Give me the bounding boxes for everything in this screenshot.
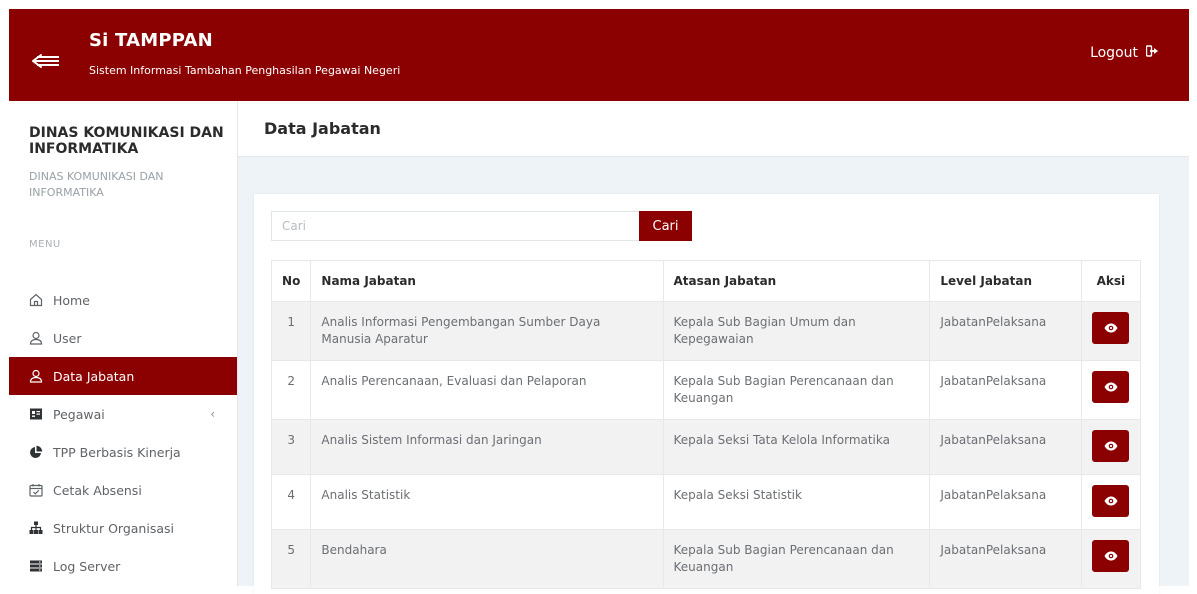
- cell-nama-jabatan: Analis Perencanaan, Evaluasi dan Pelapor…: [310, 360, 664, 420]
- back-arrow-icon[interactable]: [31, 51, 61, 71]
- cell-level-jabatan: JabatanPelaksana: [929, 529, 1082, 589]
- cell-atasan-jabatan: Kepala Sub Bagian Perencanaan dan Keuang…: [662, 529, 931, 589]
- eye-icon: [1104, 382, 1118, 392]
- cell-level-jabatan: JabatanPelaksana: [929, 419, 1082, 475]
- table-row: 1 Analis Informasi Pengembangan Sumber D…: [270, 301, 1142, 361]
- column-header-level-jabatan: Level Jabatan: [929, 260, 1082, 302]
- view-button[interactable]: [1092, 371, 1130, 403]
- column-header-atasan-jabatan: Atasan Jabatan: [662, 260, 931, 302]
- table-header-row: No Nama Jabatan Atasan Jabatan Level Jab…: [270, 260, 1142, 302]
- app-subtitle: Sistem Informasi Tambahan Penghasilan Pe…: [89, 64, 401, 77]
- column-header-aksi: Aksi: [1080, 260, 1142, 302]
- table-row: 3 Analis Sistem Informasi dan Jaringan K…: [270, 419, 1142, 475]
- cell-aksi: [1080, 529, 1142, 589]
- table-row: 4 Analis Statistik Kepala Seksi Statisti…: [270, 474, 1142, 530]
- home-icon: [29, 293, 43, 307]
- cell-no: 3: [270, 419, 312, 475]
- menu-label: MENU: [29, 239, 61, 250]
- sign-out-icon: [1145, 45, 1159, 61]
- cell-no: 5: [270, 529, 312, 589]
- sidebar-item-label: Home: [53, 292, 90, 308]
- sidebar-item-label: TPP Berbasis Kinerja: [53, 444, 181, 460]
- cell-level-jabatan: JabatanPelaksana: [929, 474, 1082, 530]
- cell-nama-jabatan: Bendahara: [310, 529, 664, 589]
- sidebar-item-cetak-absensi[interactable]: Cetak Absensi: [9, 471, 237, 509]
- org-subtitle: DINAS KOMUNIKASI DAN INFORMATIKA: [29, 170, 164, 199]
- cell-nama-jabatan: Analis Sistem Informasi dan Jaringan: [310, 419, 664, 475]
- sidebar-item-home[interactable]: Home: [9, 281, 237, 319]
- cell-no: 1: [270, 301, 312, 361]
- eye-icon: [1104, 441, 1118, 451]
- column-header-nama-jabatan: Nama Jabatan: [310, 260, 664, 302]
- cell-nama-jabatan: Analis Informasi Pengembangan Sumber Day…: [310, 301, 664, 361]
- pie-chart-icon: [29, 445, 43, 459]
- eye-icon: [1104, 496, 1118, 506]
- cell-level-jabatan: JabatanPelaksana: [929, 301, 1082, 361]
- cell-no: 4: [270, 474, 312, 530]
- cell-aksi: [1080, 419, 1142, 475]
- sidebar-item-label: User: [53, 330, 82, 346]
- id-card-icon: [29, 407, 43, 421]
- sidebar-item-data-jabatan[interactable]: Data Jabatan: [9, 357, 237, 395]
- sidebar-item-tpp[interactable]: TPP Berbasis Kinerja: [9, 433, 237, 471]
- org-name: DINAS KOMUNIKASI DAN INFORMATIKA: [29, 125, 224, 157]
- top-bar: Si TAMPPAN Sistem Informasi Tambahan Pen…: [9, 9, 1189, 101]
- sidebar-item-struktur-organisasi[interactable]: Struktur Organisasi: [9, 509, 237, 547]
- sidebar-item-log-server[interactable]: Log Server: [9, 547, 237, 585]
- cell-atasan-jabatan: Kepala Sub Bagian Perencanaan dan Keuang…: [662, 360, 931, 420]
- view-button[interactable]: [1092, 485, 1130, 517]
- cell-aksi: [1080, 301, 1142, 361]
- server-icon: [29, 559, 43, 573]
- cell-atasan-jabatan: Kepala Seksi Tata Kelola Informatika: [662, 419, 931, 475]
- cell-atasan-jabatan: Kepala Seksi Statistik: [662, 474, 931, 530]
- calendar-check-icon: [29, 483, 43, 497]
- sidebar-item-label: Struktur Organisasi: [53, 520, 174, 536]
- jabatan-table: No Nama Jabatan Atasan Jabatan Level Jab…: [270, 260, 1142, 589]
- cell-aksi: [1080, 360, 1142, 420]
- search-input[interactable]: [271, 211, 639, 241]
- view-button[interactable]: [1092, 312, 1130, 344]
- view-button[interactable]: [1092, 540, 1130, 572]
- sidebar-item-label: Pegawai: [53, 406, 105, 422]
- table-row: 2 Analis Perencanaan, Evaluasi dan Pelap…: [270, 360, 1142, 420]
- sidebar-item-user[interactable]: User: [9, 319, 237, 357]
- sidebar-item-label: Log Server: [53, 558, 121, 574]
- content-card: Cari No Nama Jabatan Atasan Jabatan Leve…: [254, 194, 1159, 594]
- cell-aksi: [1080, 474, 1142, 530]
- search-button[interactable]: Cari: [639, 211, 692, 241]
- logout-label: Logout: [1090, 45, 1138, 61]
- cell-atasan-jabatan: Kepala Sub Bagian Umum dan Kepegawaian: [662, 301, 931, 361]
- sidebar-nav: Home User Data Jabatan Pegawai ‹ TPP Ber…: [9, 281, 237, 585]
- sidebar-item-pegawai[interactable]: Pegawai ‹: [9, 395, 237, 433]
- sidebar-item-label: Data Jabatan: [53, 368, 135, 384]
- eye-icon: [1104, 551, 1118, 561]
- chevron-left-icon: ‹: [210, 407, 215, 421]
- view-button[interactable]: [1092, 430, 1130, 462]
- user-icon: [29, 369, 43, 383]
- cell-nama-jabatan: Analis Statistik: [310, 474, 664, 530]
- sidebar-item-label: Cetak Absensi: [53, 482, 142, 498]
- sidebar: DINAS KOMUNIKASI DAN INFORMATIKA DINAS K…: [9, 101, 238, 586]
- table-row: 5 Bendahara Kepala Sub Bagian Perencanaa…: [270, 529, 1142, 589]
- eye-icon: [1104, 323, 1118, 333]
- page-title: Data Jabatan: [264, 119, 381, 138]
- cell-level-jabatan: JabatanPelaksana: [929, 360, 1082, 420]
- logout-button[interactable]: Logout: [1090, 45, 1159, 61]
- cell-no: 2: [270, 360, 312, 420]
- sitemap-icon: [29, 521, 43, 535]
- app-title: Si TAMPPAN: [89, 30, 213, 51]
- user-icon: [29, 331, 43, 345]
- column-header-no: No: [270, 260, 312, 302]
- page-header: Data Jabatan: [238, 101, 1189, 157]
